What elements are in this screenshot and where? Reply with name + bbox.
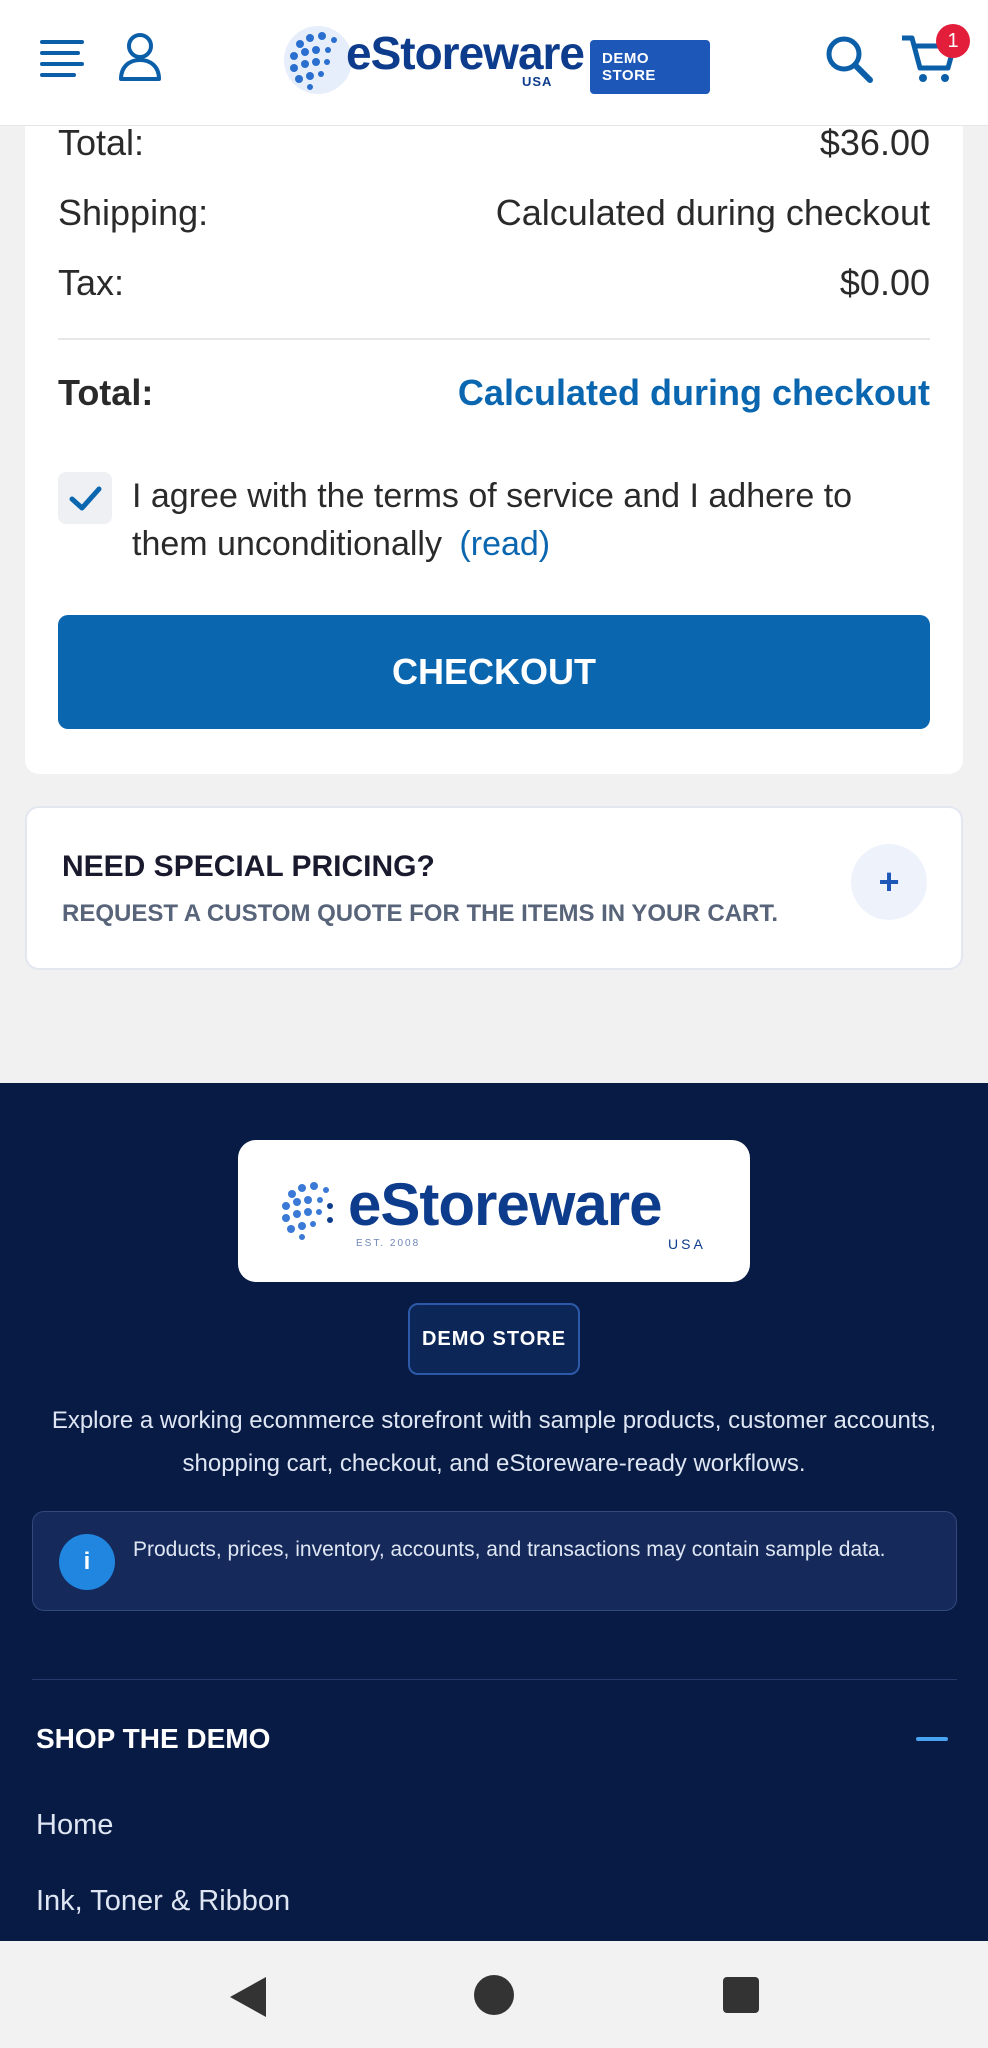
recent-apps-icon[interactable] (723, 1977, 759, 2013)
globe-logo-icon (284, 26, 352, 94)
terms-checkbox[interactable] (58, 472, 112, 524)
expand-plus-icon[interactable]: + (851, 844, 927, 920)
shop-the-demo-heading[interactable]: SHOP THE DEMO (36, 1723, 270, 1755)
checkout-button[interactable]: CHECKOUT (58, 615, 930, 729)
footer-logo-sub: USA (668, 1236, 706, 1252)
site-logo[interactable]: eStoreware USA DEMO STORE (280, 22, 710, 102)
footer-logo-est: EST. 2008 (356, 1238, 421, 1249)
footer-description: Explore a working ecommerce storefront w… (51, 1407, 937, 1477)
special-pricing-card[interactable]: NEED SPECIAL PRICING? REQUEST A CUSTOM Q… (25, 806, 963, 970)
system-nav-bar (0, 1941, 988, 2048)
check-icon (69, 486, 102, 511)
footer-logo-text: eStoreware (348, 1171, 662, 1238)
pricing-title: NEED SPECIAL PRICING? (62, 850, 435, 883)
grand-total-label: Total: (58, 372, 154, 413)
subtotal-value: $36.00 (819, 122, 930, 163)
site-header: eStoreware USA DEMO STORE 1 (0, 0, 988, 126)
pricing-subtitle: REQUEST A CUSTOM QUOTE FOR THE ITEMS IN … (62, 900, 779, 927)
shipping-label: Shipping: (58, 192, 209, 233)
terms-read-link[interactable]: (read) (459, 525, 550, 563)
menu-icon[interactable] (40, 40, 84, 77)
logo-text: eStoreware (346, 27, 585, 79)
sample-data-notice: i Products, prices, inventory, accounts,… (32, 1511, 957, 1611)
shipping-value: Calculated during checkout (495, 192, 930, 233)
footer-divider (32, 1679, 957, 1680)
collapse-minus-icon[interactable] (916, 1737, 948, 1741)
footer-logo[interactable]: eStoreware EST. 2008 USA (238, 1140, 750, 1282)
grand-total-value: Calculated during checkout (457, 372, 930, 413)
summary-divider (58, 338, 930, 340)
user-icon[interactable] (118, 32, 162, 82)
footer-link-home[interactable]: Home (36, 1809, 113, 1842)
footer-link-ink-toner[interactable]: Ink, Toner & Ribbon (36, 1885, 290, 1918)
demo-store-badge: DEMO STORE (590, 40, 710, 94)
info-icon: i (59, 1534, 115, 1590)
notice-text: Products, prices, inventory, accounts, a… (133, 1538, 886, 1561)
back-icon[interactable] (230, 1977, 266, 2017)
home-icon[interactable] (474, 1975, 514, 2015)
cart-count-badge: 1 (936, 24, 970, 58)
tax-value: $0.00 (839, 262, 930, 303)
tax-label: Tax: (58, 262, 125, 303)
search-icon[interactable] (824, 34, 874, 84)
globe-logo-icon (282, 1182, 333, 1240)
logo-sub: USA (522, 74, 553, 89)
site-footer: eStoreware EST. 2008 USA DEMO STORE Expl… (0, 1083, 988, 1941)
subtotal-label: Total: (58, 122, 145, 163)
terms-text: I agree with the terms of service and I … (132, 472, 932, 568)
footer-demo-badge: DEMO STORE (408, 1303, 580, 1375)
